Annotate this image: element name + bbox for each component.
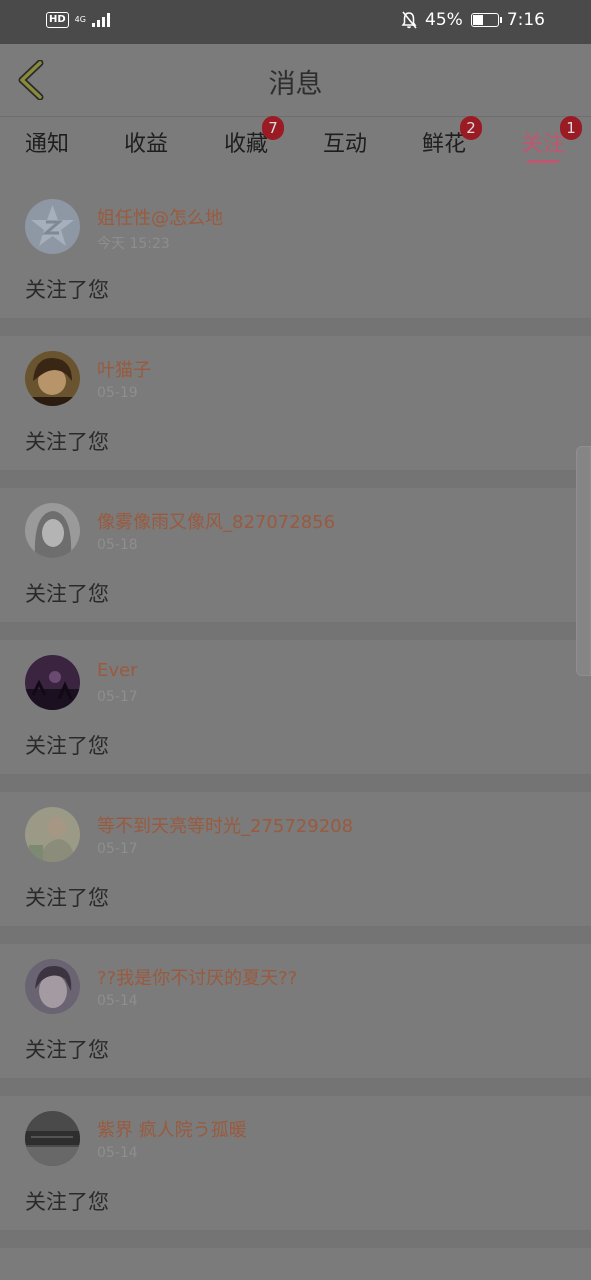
status-right: 45% 7:16 [401, 10, 545, 30]
clock: 7:16 [506, 10, 545, 30]
user-name[interactable]: 等不到天亮等时光_275729208 [97, 812, 353, 838]
battery-fill [472, 15, 483, 25]
unread-badge: 1 [560, 116, 582, 140]
status-left: HD 4G [46, 12, 110, 28]
message-text: 关注了您 [25, 886, 109, 910]
tab-label: 互动 [322, 132, 367, 157]
user-name[interactable]: Ever [97, 660, 138, 681]
tab-interactions[interactable]: 互动 [305, 126, 385, 158]
avatar[interactable] [25, 503, 80, 558]
tab-following[interactable]: 关注 1 [503, 116, 583, 158]
tab-flowers[interactable]: 鲜花 2 [404, 116, 484, 158]
avatar[interactable] [25, 199, 80, 254]
message-date: 05-14 [97, 1145, 138, 1161]
user-name[interactable]: 像雾像雨又像风_827072856 [97, 508, 335, 534]
user-name[interactable]: 叶猫子 [97, 356, 151, 382]
avatar[interactable] [25, 1111, 80, 1166]
message-text: 关注了您 [25, 1190, 109, 1214]
list-item[interactable]: 像雾像雨又像风_827072856 05-18 关注了您 [0, 488, 591, 640]
list-item[interactable]: 紫界 疯人院う孤暖 05-14 关注了您 [0, 1096, 591, 1248]
list-item[interactable]: 叶猫子 05-19 关注了您 [0, 336, 591, 488]
unread-badge: 2 [460, 116, 482, 140]
tab-label: 通知 [24, 132, 69, 157]
tab-notifications[interactable]: 通知 [7, 126, 87, 158]
list-item[interactable]: ??我是你不讨厌的夏天?? 05-14 关注了您 [0, 944, 591, 1096]
scrollbar[interactable] [576, 446, 591, 676]
message-date: 05-17 [97, 689, 138, 705]
list-item[interactable]: 等不到天亮等时光_275729208 05-17 关注了您 [0, 792, 591, 944]
message-text: 关注了您 [25, 734, 109, 758]
network-type: 4G [74, 15, 86, 24]
battery-icon [470, 13, 502, 27]
user-name[interactable]: 紫界 疯人院う孤暖 [97, 1116, 247, 1142]
tab-earnings[interactable]: 收益 [106, 126, 186, 158]
tab-label: 收益 [123, 132, 168, 157]
page-title: 消息 [268, 69, 323, 100]
tab-label: 收藏 [223, 132, 268, 157]
avatar[interactable] [25, 807, 80, 862]
message-text: 关注了您 [25, 278, 109, 302]
tab-label: 鲜花 [421, 132, 466, 157]
unread-badge: 7 [262, 116, 284, 140]
message-date: 今天 15:23 [97, 236, 170, 252]
list-item[interactable]: 姐任性@怎么地 今天 15:23 关注了您 [0, 184, 591, 336]
tab-favorites[interactable]: 收藏 7 [206, 116, 286, 158]
list-item[interactable]: Ever 05-17 关注了您 [0, 640, 591, 792]
message-date: 05-14 [97, 993, 138, 1009]
message-text: 关注了您 [25, 582, 109, 606]
user-name[interactable]: ??我是你不讨厌的夏天?? [97, 964, 297, 990]
message-text: 关注了您 [25, 430, 109, 454]
avatar[interactable] [25, 655, 80, 710]
user-name[interactable]: 姐任性@怎么地 [97, 204, 223, 230]
message-date: 05-18 [97, 537, 138, 553]
active-tab-indicator [527, 160, 559, 163]
message-date: 05-19 [97, 385, 138, 401]
status-bar: HD 4G 45% 7:16 [0, 0, 591, 44]
message-list: 姐任性@怎么地 今天 15:23 关注了您 叶猫子 05-19 关注了您 像雾像… [0, 184, 591, 1248]
signal-icon [91, 13, 110, 27]
avatar[interactable] [25, 959, 80, 1014]
avatar[interactable] [25, 351, 80, 406]
notifications-off-icon [401, 11, 417, 29]
battery-percent: 45% [425, 10, 463, 30]
hd-icon: HD [46, 12, 69, 28]
app-header: 消息 [0, 44, 591, 117]
tab-bar: 通知 收益 收藏 7 互动 鲜花 2 关注 1 [0, 116, 591, 172]
message-text: 关注了您 [25, 1038, 109, 1062]
message-date: 05-17 [97, 841, 138, 857]
tab-label: 关注 [520, 132, 565, 157]
